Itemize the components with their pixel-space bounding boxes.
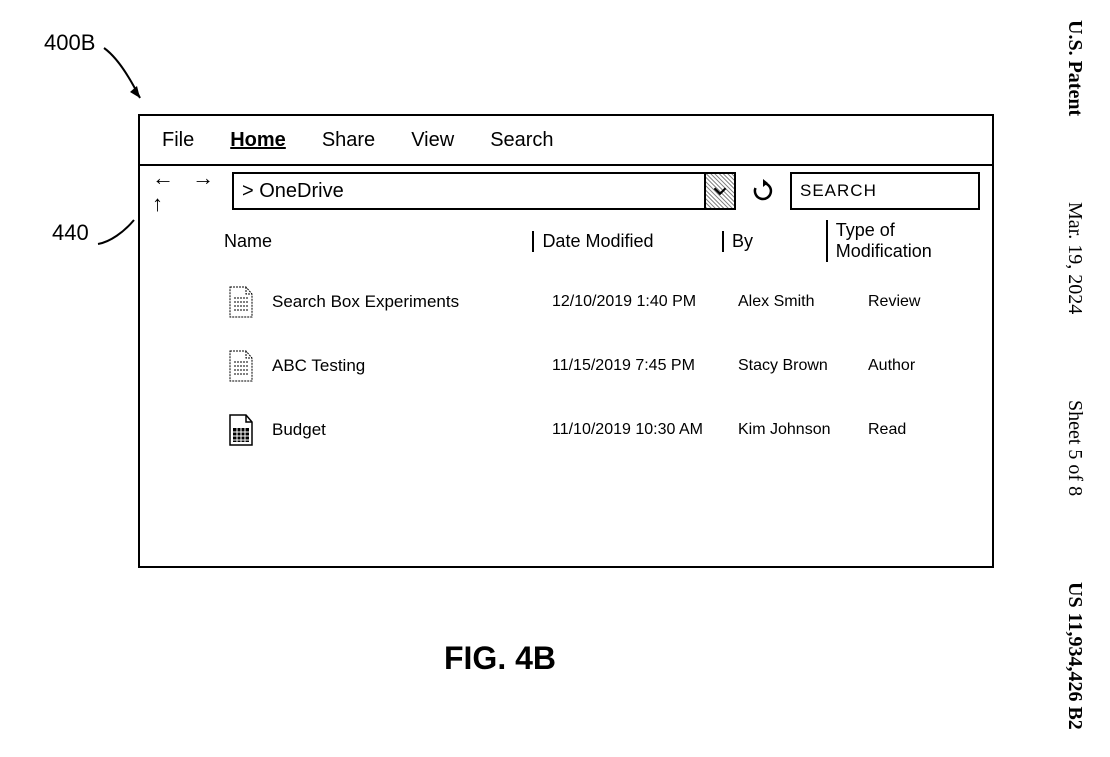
cell-by: Stacy Brown [738,357,868,375]
address-bar[interactable]: > OneDrive [232,172,736,210]
patent-number: US 11,934,426 B2 [1063,582,1086,730]
cell-name: ABC Testing [272,356,552,376]
cell-by: Alex Smith [738,293,868,311]
menu-search[interactable]: Search [490,129,553,152]
search-box[interactable]: SEARCH [790,172,980,210]
refresh-icon [751,179,775,203]
cell-date: 12/10/2019 1:40 PM [552,293,738,311]
address-text: > OneDrive [234,180,704,203]
patent-date: Mar. 19, 2024 [1063,202,1086,314]
address-dropdown[interactable] [704,174,734,208]
file-explorer-window: File Home Share View Search ← → ↑ > OneD… [138,114,994,568]
cell-date: 11/10/2019 10:30 AM [552,421,738,439]
menu-view[interactable]: View [411,129,454,152]
up-button[interactable]: ↑ [152,191,169,216]
patent-publisher: U.S. Patent [1063,20,1086,116]
document-icon [228,350,272,382]
file-list: Search Box Experiments 12/10/2019 1:40 P… [140,270,992,462]
cell-date: 11/15/2019 7:45 PM [552,357,738,375]
document-icon [228,286,272,318]
chevron-down-icon [713,184,727,198]
figure-label: FIG. 4B [0,640,1000,677]
col-date-modified[interactable]: Date Modified [532,231,722,252]
list-item[interactable]: ABC Testing 11/15/2019 7:45 PM Stacy Bro… [228,334,992,398]
ref-400b: 400B [44,30,95,56]
patent-figure-page: U.S. Patent Mar. 19, 2024 Sheet 5 of 8 U… [0,0,1110,757]
list-item[interactable]: Budget 11/10/2019 10:30 AM Kim Johnson R… [228,398,992,462]
nav-buttons: ← → ↑ [152,165,222,217]
list-item[interactable]: Search Box Experiments 12/10/2019 1:40 P… [228,270,992,334]
address-prefix: > [242,180,254,202]
leader-arrow-400b [100,40,150,110]
menu-share[interactable]: Share [322,129,375,152]
cell-name: Budget [272,420,552,440]
cell-name: Search Box Experiments [272,292,552,312]
col-type-of-modification[interactable]: Type of Modification [826,220,992,262]
toolbar: ← → ↑ > OneDrive SEARCH [140,166,992,216]
cell-by: Kim Johnson [738,421,868,439]
spreadsheet-icon [228,414,272,446]
patent-margin-column: U.S. Patent Mar. 19, 2024 Sheet 5 of 8 U… [1063,20,1086,730]
column-headers: Name Date Modified By Type of Modificati… [140,216,992,270]
menu-home[interactable]: Home [230,129,286,152]
refresh-button[interactable] [746,174,780,208]
menubar: File Home Share View Search [140,116,992,166]
ref-440: 440 [52,220,89,246]
col-by[interactable]: By [722,231,826,252]
cell-type: Author [868,357,915,375]
search-placeholder: SEARCH [800,181,877,201]
cell-type: Read [868,421,906,439]
menu-file[interactable]: File [162,129,194,152]
col-name[interactable]: Name [224,231,532,252]
back-button[interactable]: ← [152,165,180,190]
forward-button[interactable]: → [192,165,220,190]
patent-sheet: Sheet 5 of 8 [1063,400,1086,496]
address-location: OneDrive [259,180,343,202]
leader-arrow-440 [94,216,140,250]
cell-type: Review [868,293,920,311]
